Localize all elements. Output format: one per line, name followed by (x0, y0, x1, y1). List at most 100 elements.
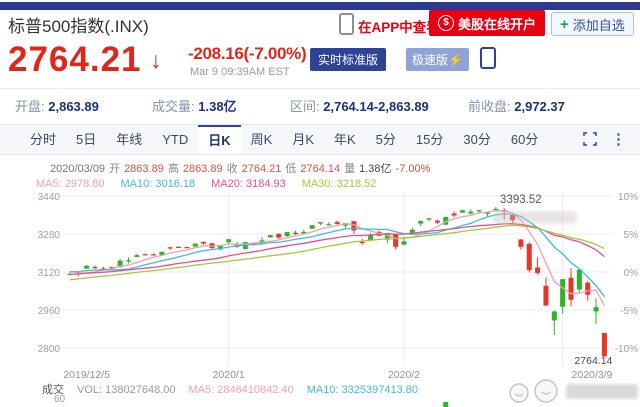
open-account-button[interactable]: $ 美股在线开户 (429, 10, 545, 36)
candle-body (510, 215, 515, 220)
candle-body (260, 240, 265, 244)
candle-body (360, 242, 365, 243)
stat-volume: 成交量: 1.38亿 (152, 96, 237, 115)
tab-分时[interactable]: 分时 (20, 125, 66, 154)
candle-body (159, 252, 164, 255)
candle-body (134, 255, 139, 257)
tab-日K[interactable]: 日K (198, 125, 240, 154)
x-axis-label: 2020/3/9 (572, 369, 613, 381)
x-axis-label: 2019/12/5 (63, 369, 110, 381)
candle-body (84, 266, 89, 269)
tab-15分[interactable]: 15分 (406, 125, 453, 154)
fast-version-label: 极速版 (412, 53, 448, 67)
ohlc-value: 2764.21 (242, 163, 282, 175)
add-watchlist-button[interactable]: + 添加自选 (551, 12, 634, 36)
candle-body (552, 311, 557, 320)
high-annotation: 3393.52 (500, 194, 542, 206)
stat-range: 区间: 2,764.14-2,863.89 (290, 96, 429, 115)
volume-scale-label: 60 (54, 394, 65, 405)
volume-info-row: 成交VOL: 138027648.00MA5: 2846410842.40MA1… (42, 381, 431, 397)
candle-body (577, 270, 582, 290)
tab-5日[interactable]: 5日 (66, 125, 106, 154)
candle-body (109, 267, 114, 269)
ma30-line (70, 225, 604, 279)
candle-body (427, 218, 432, 219)
candle-body (527, 244, 532, 270)
tab-60分[interactable]: 60分 (501, 125, 548, 154)
tab-30分[interactable]: 30分 (453, 125, 500, 154)
candle-body (560, 279, 565, 307)
candle-body (276, 234, 281, 238)
volume-value: VOL: 138027648.00 (77, 384, 175, 396)
candle-body (235, 245, 240, 247)
tab-5分[interactable]: 5分 (366, 125, 406, 154)
candle-body (268, 235, 273, 237)
ohlc-label: 低 (285, 163, 296, 175)
candle-body (293, 233, 298, 234)
candle-body (468, 212, 473, 214)
ma-legend-1: MA10: 3016.18 (121, 178, 196, 190)
page-title: 标普500指数(.INX) (8, 12, 149, 37)
ohlc-value: 2863.89 (124, 163, 164, 175)
ma-legend-3: MA30: 3218.52 (302, 178, 377, 190)
stat-open: 开盘: 2,863.89 (15, 96, 99, 115)
mobile-version-icon[interactable] (480, 47, 496, 69)
candle-body (301, 232, 306, 234)
price-axis-label: 3280 (38, 230, 61, 241)
x-axis-label: 2020/2 (388, 369, 420, 381)
candle-body (68, 274, 73, 275)
pct-axis-label: 10% (618, 192, 638, 203)
candle-body (201, 242, 206, 244)
candle-body (418, 221, 423, 224)
candle-body (460, 210, 465, 212)
candle-body (151, 254, 156, 255)
more-options-icon[interactable]: ⋮ (611, 130, 626, 148)
plus-icon: + (560, 16, 569, 33)
candle-body (310, 225, 315, 229)
candle-body (452, 214, 457, 216)
candle-body (285, 232, 290, 236)
candle-body (218, 246, 223, 250)
candle-body (535, 267, 540, 272)
ma20-line (70, 224, 604, 275)
ma5-line (70, 211, 604, 306)
candle-body (477, 210, 482, 211)
pct-axis-label: -5% (620, 306, 638, 317)
top-navy-bar (0, 2, 640, 10)
fullscreen-icon[interactable] (583, 132, 597, 146)
candle-body (143, 254, 148, 255)
ohlc-label: 开 (109, 163, 120, 175)
candle-body (569, 278, 574, 300)
price-axis-label: 3440 (38, 192, 61, 203)
candlestick-chart[interactable]: 344010%32805%31200%2960-5%2800-10%2019/1… (0, 188, 640, 407)
candle-body (326, 224, 331, 225)
down-arrow-icon: ↓ (150, 47, 162, 74)
period-tabbar: 分时5日年线YTD日K周K月K年K5分15分30分60分 (0, 124, 640, 155)
current-price: 2764.21 (8, 40, 142, 80)
tab-年K[interactable]: 年K (324, 125, 366, 154)
tab-YTD[interactable]: YTD (152, 125, 198, 154)
price-axis-label: 2800 (38, 344, 61, 355)
ohlc-value: 1.38亿 (359, 163, 391, 175)
candle-body (176, 247, 181, 248)
realtime-version-badge[interactable]: 实时标准版 (310, 48, 386, 71)
pct-axis-label: 5% (624, 230, 639, 241)
candle-body (318, 222, 323, 223)
ma-legend-0: MA5: 2978.80 (36, 178, 105, 190)
candle-body (493, 209, 498, 210)
candle-body (76, 272, 81, 273)
open-account-label: 美股在线开户 (458, 14, 536, 33)
tab-月K[interactable]: 月K (282, 125, 324, 154)
lightning-icon: ⚡ (448, 53, 463, 67)
volume-bar-stub (443, 402, 448, 407)
tab-周K[interactable]: 周K (241, 125, 283, 154)
ohlc-info-row: 2020/03/09开2863.89高2863.89收2764.21低2764.… (50, 160, 434, 176)
ohlc-change-pct: -7.00% (396, 163, 431, 175)
ohlc-value: 2863.89 (183, 163, 223, 175)
tab-年线[interactable]: 年线 (106, 125, 152, 154)
candle-body (351, 221, 356, 230)
candle-body (410, 230, 415, 234)
view-in-app-link[interactable]: 在APP中查看 (358, 16, 440, 36)
ohlc-label: 量 (344, 163, 355, 175)
fast-version-badge[interactable]: 极速版⚡ (406, 48, 469, 71)
